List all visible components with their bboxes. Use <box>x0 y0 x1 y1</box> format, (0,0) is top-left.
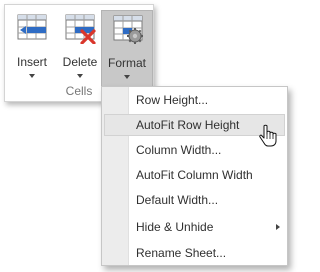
delete-cells-icon <box>65 14 96 44</box>
insert-button-label: Insert <box>16 55 47 69</box>
insert-cells-icon <box>17 14 47 40</box>
menu-item-hide-unhide-label: Hide & Unhide <box>136 220 214 234</box>
format-button-label: Format <box>107 56 146 70</box>
menu-item-default-width[interactable]: Default Width... <box>104 189 285 211</box>
insert-button[interactable]: Insert <box>9 10 55 84</box>
chevron-right-icon <box>276 224 280 230</box>
menu-item-row-height[interactable]: Row Height... <box>104 89 285 111</box>
format-dropdown-menu: Row Height... AutoFit Row Height Column … <box>101 86 288 266</box>
chevron-down-icon <box>77 74 83 78</box>
delete-button[interactable]: Delete <box>57 10 103 84</box>
format-cells-icon <box>113 15 143 44</box>
hand-cursor-icon <box>259 124 277 147</box>
format-button[interactable]: Format <box>101 10 153 87</box>
chevron-down-icon <box>124 75 130 79</box>
menu-item-rename-sheet[interactable]: Rename Sheet... <box>104 242 285 264</box>
chevron-down-icon <box>29 74 35 78</box>
menu-item-autofit-column-width[interactable]: AutoFit Column Width <box>104 164 285 186</box>
menu-item-hide-unhide[interactable]: Hide & Unhide <box>104 216 285 238</box>
delete-button-label: Delete <box>62 55 98 69</box>
